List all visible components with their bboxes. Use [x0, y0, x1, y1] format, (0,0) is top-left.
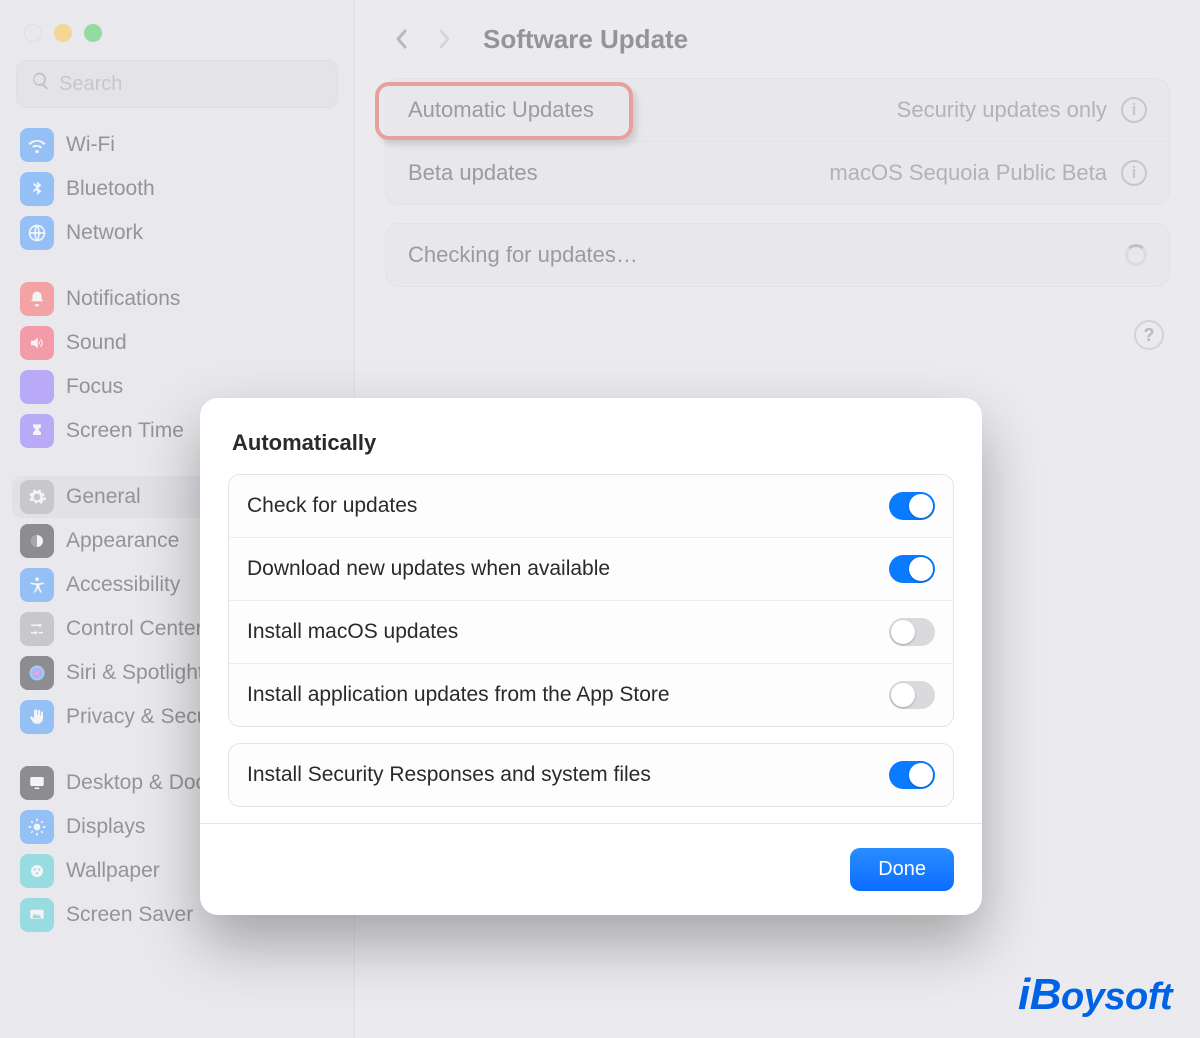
- sidebar-item-label: Siri & Spotlight: [66, 661, 204, 685]
- toggle-switch[interactable]: [889, 681, 935, 709]
- row-beta-updates[interactable]: Beta updates macOS Sequoia Public Beta i: [386, 141, 1169, 204]
- sidebar-item-bell[interactable]: Notifications: [12, 278, 342, 320]
- sheet-group-1: Check for updates Download new updates wh…: [228, 474, 954, 727]
- toggle-label: Install application updates from the App…: [247, 683, 670, 707]
- sidebar-item-label: Focus: [66, 375, 123, 399]
- search-icon: [31, 71, 51, 97]
- sidebar-item-label: Notifications: [66, 287, 180, 311]
- siri-icon: [20, 656, 54, 690]
- search-input[interactable]: [59, 73, 323, 96]
- sidebar-item-label: Wi-Fi: [66, 133, 115, 157]
- spinner-icon: [1125, 244, 1147, 266]
- sidebar-item-label: Displays: [66, 815, 145, 839]
- sidebar-item-sound[interactable]: Sound: [12, 322, 342, 364]
- sheet-row: Install macOS updates: [229, 600, 953, 663]
- info-icon[interactable]: i: [1121, 160, 1147, 186]
- sheet-row: Install Security Responses and system fi…: [229, 744, 953, 806]
- toggle-switch[interactable]: [889, 492, 935, 520]
- sheet-footer: Done: [200, 823, 982, 915]
- toggle-label: Install macOS updates: [247, 620, 458, 644]
- sliders-icon: [20, 612, 54, 646]
- toggle-label: Check for updates: [247, 494, 417, 518]
- sidebar-item-label: Bluetooth: [66, 177, 155, 201]
- bluetooth-icon: [20, 172, 54, 206]
- row-automatic-updates[interactable]: Automatic Updates Security updates only …: [386, 79, 1169, 141]
- window-minimize-button[interactable]: [54, 24, 72, 42]
- sidebar-item-label: Appearance: [66, 529, 179, 553]
- watermark: iBoysoft: [1018, 970, 1172, 1020]
- sidebar-item-label: General: [66, 485, 141, 509]
- done-button[interactable]: Done: [850, 848, 954, 891]
- window-maximize-button[interactable]: [84, 24, 102, 42]
- info-icon[interactable]: i: [1121, 97, 1147, 123]
- row-label: Automatic Updates: [408, 97, 594, 123]
- hand-icon: [20, 700, 54, 734]
- sheet-row: Check for updates: [229, 475, 953, 537]
- wallpaper-icon: [20, 854, 54, 888]
- sound-icon: [20, 326, 54, 360]
- status-card: Checking for updates…: [385, 223, 1170, 287]
- displays-icon: [20, 810, 54, 844]
- network-icon: [20, 216, 54, 250]
- sidebar-item-wifi[interactable]: Wi-Fi: [12, 124, 342, 166]
- bell-icon: [20, 282, 54, 316]
- settings-card: Automatic Updates Security updates only …: [385, 78, 1170, 205]
- focus-icon: [20, 370, 54, 404]
- sheet-row: Download new updates when available: [229, 537, 953, 600]
- nav-forward-button[interactable]: [427, 22, 461, 56]
- sheet-heading: Automatically: [232, 430, 954, 456]
- row-value: Security updates only: [897, 97, 1107, 123]
- toggle-switch[interactable]: [889, 555, 935, 583]
- search-field[interactable]: [16, 60, 338, 108]
- sidebar-item-label: Screen Saver: [66, 903, 193, 927]
- row-label: Beta updates: [408, 160, 538, 186]
- desktop-icon: [20, 766, 54, 800]
- automatic-updates-sheet: Automatically Check for updates Download …: [200, 398, 982, 915]
- sidebar-item-label: Sound: [66, 331, 127, 355]
- screensaver-icon: [20, 898, 54, 932]
- nav-back-button[interactable]: [385, 22, 419, 56]
- titlebar: Software Update: [385, 0, 1170, 70]
- sheet-row: Install application updates from the App…: [229, 663, 953, 726]
- accessibility-icon: [20, 568, 54, 602]
- window-close-button[interactable]: [24, 24, 42, 42]
- appearance-icon: [20, 524, 54, 558]
- toggle-switch[interactable]: [889, 618, 935, 646]
- chevron-left-icon: [394, 27, 410, 51]
- toggle-label: Download new updates when available: [247, 557, 610, 581]
- chevron-right-icon: [436, 27, 452, 51]
- row-value: macOS Sequoia Public Beta: [829, 160, 1107, 186]
- help-button[interactable]: ?: [1134, 320, 1164, 350]
- wifi-icon: [20, 128, 54, 162]
- window-controls: [12, 0, 342, 60]
- toggle-switch[interactable]: [889, 761, 935, 789]
- sidebar-item-network[interactable]: Network: [12, 212, 342, 254]
- toggle-label: Install Security Responses and system fi…: [247, 763, 651, 787]
- sidebar-item-label: Network: [66, 221, 143, 245]
- sidebar-item-bluetooth[interactable]: Bluetooth: [12, 168, 342, 210]
- row-checking: Checking for updates…: [386, 224, 1169, 286]
- status-label: Checking for updates…: [408, 242, 638, 268]
- sidebar-item-label: Wallpaper: [66, 859, 160, 883]
- sidebar-item-label: Desktop & Dock: [66, 771, 217, 795]
- sidebar-item-label: Accessibility: [66, 573, 180, 597]
- sheet-group-2: Install Security Responses and system fi…: [228, 743, 954, 807]
- hourglass-icon: [20, 414, 54, 448]
- page-title: Software Update: [483, 24, 688, 55]
- sidebar-item-label: Control Center: [66, 617, 203, 641]
- gear-icon: [20, 480, 54, 514]
- sidebar-item-label: Screen Time: [66, 419, 184, 443]
